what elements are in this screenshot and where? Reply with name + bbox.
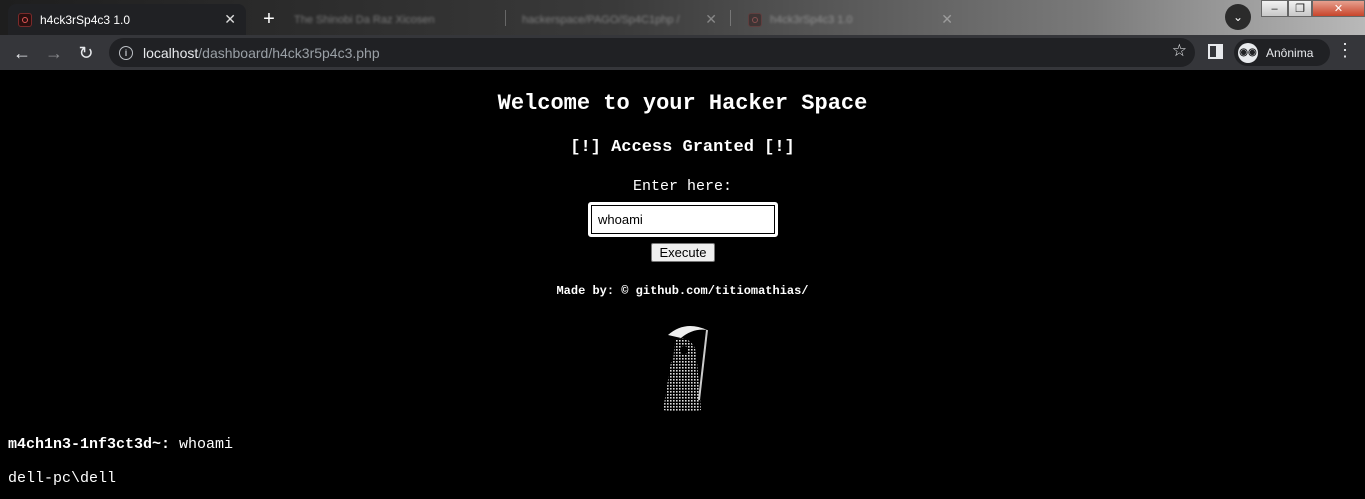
tab-title: The Shinobi Da Raz Xicosen bbox=[294, 13, 435, 26]
incognito-icon: ◉◉ bbox=[1238, 42, 1258, 63]
close-tab-icon[interactable]: ✕ bbox=[705, 11, 717, 28]
star-icon[interactable]: ☆ bbox=[1172, 41, 1187, 61]
window-controls: – ❐ ✕ bbox=[1261, 0, 1365, 18]
info-icon[interactable]: i bbox=[119, 45, 133, 60]
grim-reaper-icon bbox=[663, 326, 708, 412]
made-by-credit: Made by: © github.com/titiomathias/ bbox=[556, 284, 809, 298]
tab-inactive-3[interactable]: h4ck3rSp4c3 1.0 ✕ bbox=[738, 4, 963, 35]
prompt-host: m4ch1n3-1nf3ct3d~: bbox=[8, 436, 171, 453]
command-output: dell-pc\dell bbox=[8, 470, 117, 487]
tab-divider bbox=[505, 10, 506, 26]
close-tab-icon[interactable]: ✕ bbox=[224, 11, 236, 28]
page-content: Welcome to your Hacker Space [!] Access … bbox=[0, 71, 1365, 499]
reload-icon[interactable]: ↻ bbox=[72, 39, 100, 67]
new-tab-icon[interactable]: + bbox=[256, 6, 282, 32]
execute-button[interactable]: Execute bbox=[651, 243, 715, 262]
tab-title: h4ck3rSp4c3 1.0 bbox=[40, 12, 131, 27]
tab-title: h4ck3rSp4c3 1.0 bbox=[770, 13, 853, 26]
skull-favicon-icon bbox=[18, 12, 32, 27]
url-text[interactable]: localhost/dashboard/h4ck3r5p4c3.php bbox=[143, 45, 380, 61]
tab-title: hackerspace/PAGO/Sp4C1php / bbox=[522, 13, 680, 26]
command-input[interactable] bbox=[588, 202, 778, 237]
enter-label: Enter here: bbox=[632, 178, 733, 195]
tab-inactive-2[interactable]: hackerspace/PAGO/Sp4C1php / ✕ bbox=[512, 4, 727, 35]
minimize-icon[interactable]: – bbox=[1261, 0, 1288, 17]
url-path: /dashboard/h4ck3r5p4c3.php bbox=[198, 44, 380, 61]
tab-search-icon[interactable]: ⌄ bbox=[1225, 4, 1251, 30]
menu-icon[interactable]: ⋮ bbox=[1336, 41, 1354, 59]
terminal-prompt: m4ch1n3-1nf3ct3d~: whoami bbox=[8, 436, 233, 453]
profile-button[interactable]: ◉◉ Anônima bbox=[1234, 39, 1330, 66]
address-bar[interactable]: i localhost/dashboard/h4ck3r5p4c3.php ☆ bbox=[109, 38, 1195, 67]
prompt-command: whoami bbox=[179, 436, 234, 453]
tab-active[interactable]: h4ck3rSp4c3 1.0 ✕ bbox=[8, 4, 246, 35]
url-host: localhost bbox=[143, 44, 199, 61]
back-icon[interactable]: ← bbox=[8, 39, 36, 67]
tab-inactive-1[interactable]: The Shinobi Da Raz Xicosen bbox=[284, 4, 494, 35]
page-title: Welcome to your Hacker Space bbox=[497, 91, 868, 116]
side-panel-icon[interactable] bbox=[1208, 44, 1223, 59]
profile-label: Anônima bbox=[1266, 45, 1314, 60]
access-status: [!] Access Granted [!] bbox=[570, 138, 795, 157]
tab-divider bbox=[730, 10, 731, 26]
close-window-icon[interactable]: ✕ bbox=[1312, 0, 1365, 17]
tab-strip: h4ck3rSp4c3 1.0 ✕ + The Shinobi Da Raz X… bbox=[0, 0, 1365, 35]
forward-icon[interactable]: → bbox=[40, 39, 68, 67]
skull-favicon-icon bbox=[748, 12, 762, 27]
restore-icon[interactable]: ❐ bbox=[1288, 0, 1312, 17]
close-tab-icon[interactable]: ✕ bbox=[941, 11, 953, 28]
browser-toolbar: ← → ↻ i localhost/dashboard/h4ck3r5p4c3.… bbox=[0, 35, 1365, 70]
